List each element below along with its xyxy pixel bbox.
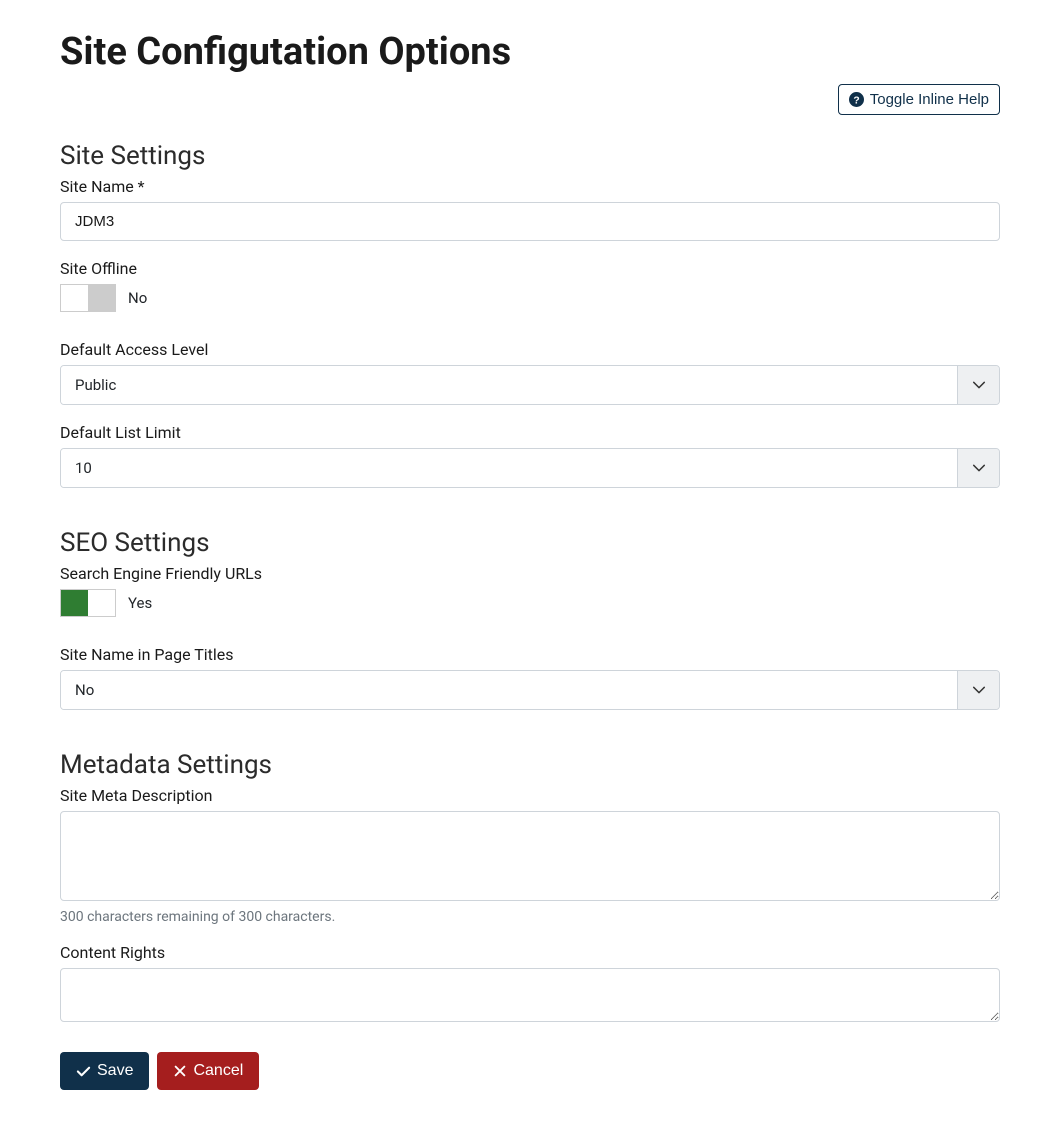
meta-description-input[interactable] <box>60 811 1000 901</box>
default-access-level-label: Default Access Level <box>60 340 1000 359</box>
sef-urls-state: Yes <box>128 594 152 612</box>
help-icon: ? <box>849 92 864 107</box>
page-title: Site Configutation Options <box>60 30 1000 74</box>
svg-text:?: ? <box>853 95 859 106</box>
sef-urls-toggle[interactable] <box>60 589 116 617</box>
site-name-label: Site Name * <box>60 177 1000 196</box>
site-offline-label: Site Offline <box>60 259 1000 278</box>
toggle-inline-help-button[interactable]: ? Toggle Inline Help <box>838 84 1000 115</box>
site-name-in-titles-select[interactable]: No <box>60 670 1000 710</box>
metadata-settings-heading: Metadata Settings <box>60 750 1000 780</box>
site-offline-state: No <box>128 289 147 307</box>
toggle-inline-help-label: Toggle Inline Help <box>870 91 989 108</box>
cancel-button[interactable]: Cancel <box>157 1052 259 1090</box>
content-rights-label: Content Rights <box>60 943 1000 962</box>
chevron-down-icon <box>957 366 999 404</box>
default-list-limit-value: 10 <box>61 449 957 487</box>
default-access-level-value: Public <box>61 366 957 404</box>
chevron-down-icon <box>957 449 999 487</box>
site-name-input[interactable] <box>60 202 1000 241</box>
check-icon <box>76 1064 91 1079</box>
meta-description-label: Site Meta Description <box>60 786 1000 805</box>
default-list-limit-select[interactable]: 10 <box>60 448 1000 488</box>
cancel-label: Cancel <box>193 1062 243 1080</box>
site-name-in-titles-label: Site Name in Page Titles <box>60 645 1000 664</box>
save-label: Save <box>97 1062 133 1080</box>
save-button[interactable]: Save <box>60 1052 149 1090</box>
site-settings-heading: Site Settings <box>60 141 1000 171</box>
site-offline-toggle[interactable] <box>60 284 116 312</box>
content-rights-input[interactable] <box>60 968 1000 1022</box>
site-name-in-titles-value: No <box>61 671 957 709</box>
close-icon <box>173 1064 187 1078</box>
default-list-limit-label: Default List Limit <box>60 423 1000 442</box>
meta-description-remaining: 300 characters remaining of 300 characte… <box>60 909 1000 925</box>
chevron-down-icon <box>957 671 999 709</box>
seo-settings-heading: SEO Settings <box>60 528 1000 558</box>
sef-urls-label: Search Engine Friendly URLs <box>60 564 1000 583</box>
default-access-level-select[interactable]: Public <box>60 365 1000 405</box>
